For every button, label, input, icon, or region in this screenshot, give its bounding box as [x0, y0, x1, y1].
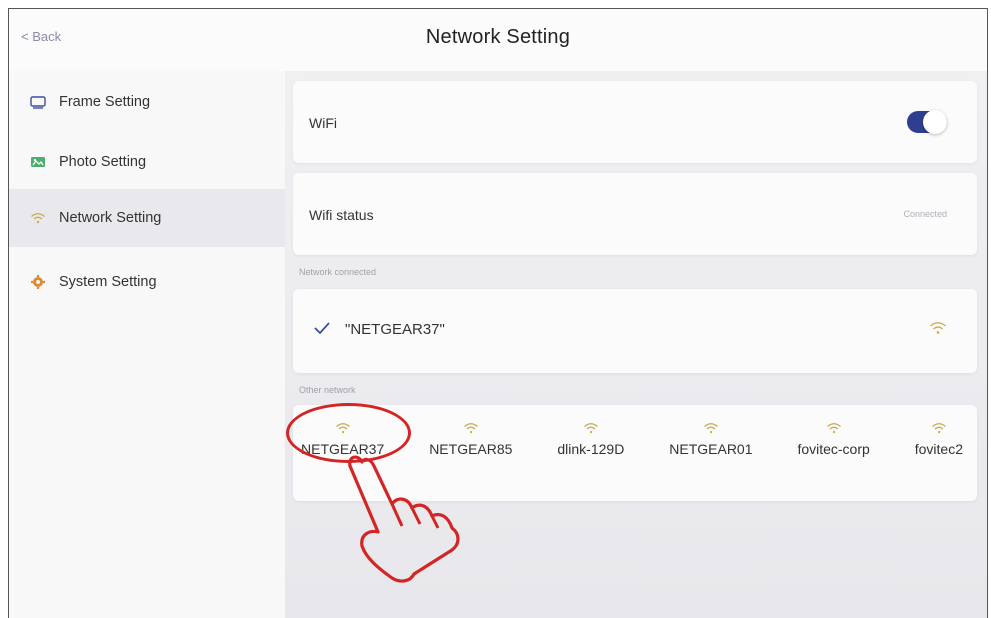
network-name: dlink-129D	[557, 441, 625, 457]
sidebar-item-label: Frame Setting	[59, 94, 151, 110]
sidebar: Frame Setting Photo Setting Network Sett…	[9, 71, 285, 618]
wifi-signal-icon	[931, 421, 947, 437]
other-network-heading: Other network	[299, 385, 356, 395]
sidebar-item-system-setting[interactable]: System Setting	[9, 253, 285, 311]
wifi-status-value: Connected	[903, 209, 947, 219]
main-panel: WiFi Wifi status Connected Network conne…	[285, 71, 987, 618]
sidebar-item-label: System Setting	[59, 274, 157, 290]
network-list: NETGEAR37 NETGEAR85 dlink-129D NETGEAR01…	[293, 419, 977, 489]
wifi-signal-icon	[583, 421, 599, 437]
network-item-dlink-129d[interactable]: dlink-129D	[557, 419, 624, 489]
other-networks-panel: NETGEAR37 NETGEAR85 dlink-129D NETGEAR01…	[293, 405, 977, 501]
sidebar-item-network-setting[interactable]: Network Setting	[9, 189, 285, 247]
wifi-signal-icon	[703, 421, 719, 437]
network-item-netgear37[interactable]: NETGEAR37	[301, 419, 384, 489]
wifi-signal-icon	[826, 421, 842, 437]
wifi-signal-icon	[335, 421, 351, 437]
sidebar-item-label: Network Setting	[59, 210, 162, 226]
wifi-status-label: Wifi status	[309, 207, 374, 223]
network-item-netgear85[interactable]: NETGEAR85	[429, 419, 512, 489]
wifi-status-row: Wifi status Connected	[293, 173, 977, 255]
connected-network-name: "NETGEAR37"	[345, 321, 445, 338]
sidebar-item-frame-setting[interactable]: Frame Setting	[9, 71, 285, 133]
network-name: NETGEAR37	[301, 441, 385, 457]
monitor-icon	[29, 93, 47, 111]
sidebar-item-label: Photo Setting	[59, 154, 147, 170]
checkmark-icon	[313, 319, 331, 340]
network-connected-heading: Network connected	[299, 267, 377, 277]
wifi-icon	[29, 209, 47, 227]
network-name: NETGEAR01	[669, 441, 753, 457]
wifi-signal-icon	[929, 321, 947, 340]
wifi-label: WiFi	[309, 115, 337, 131]
toggle-knob	[923, 110, 947, 134]
wifi-toggle[interactable]	[907, 110, 947, 134]
app-window: < Back Network Setting Frame Setting Pho…	[8, 8, 988, 618]
network-name: NETGEAR85	[429, 441, 513, 457]
page-title: Network Setting	[425, 26, 571, 48]
top-bar: < Back Network Setting	[9, 9, 987, 71]
network-item-netgear01[interactable]: NETGEAR01	[669, 419, 753, 489]
network-item-fovitec2[interactable]: fovitec2	[915, 419, 963, 489]
wifi-signal-icon	[463, 421, 479, 437]
network-item-fovitec-corp[interactable]: fovitec-corp	[797, 419, 870, 489]
network-name: fovitec-corp	[797, 441, 870, 457]
photo-icon	[29, 153, 47, 171]
network-name: fovitec2	[914, 441, 963, 457]
connected-network-row[interactable]: "NETGEAR37"	[293, 289, 977, 373]
sidebar-item-photo-setting[interactable]: Photo Setting	[9, 133, 285, 191]
wifi-toggle-row: WiFi	[293, 81, 977, 163]
gear-icon	[29, 273, 47, 291]
